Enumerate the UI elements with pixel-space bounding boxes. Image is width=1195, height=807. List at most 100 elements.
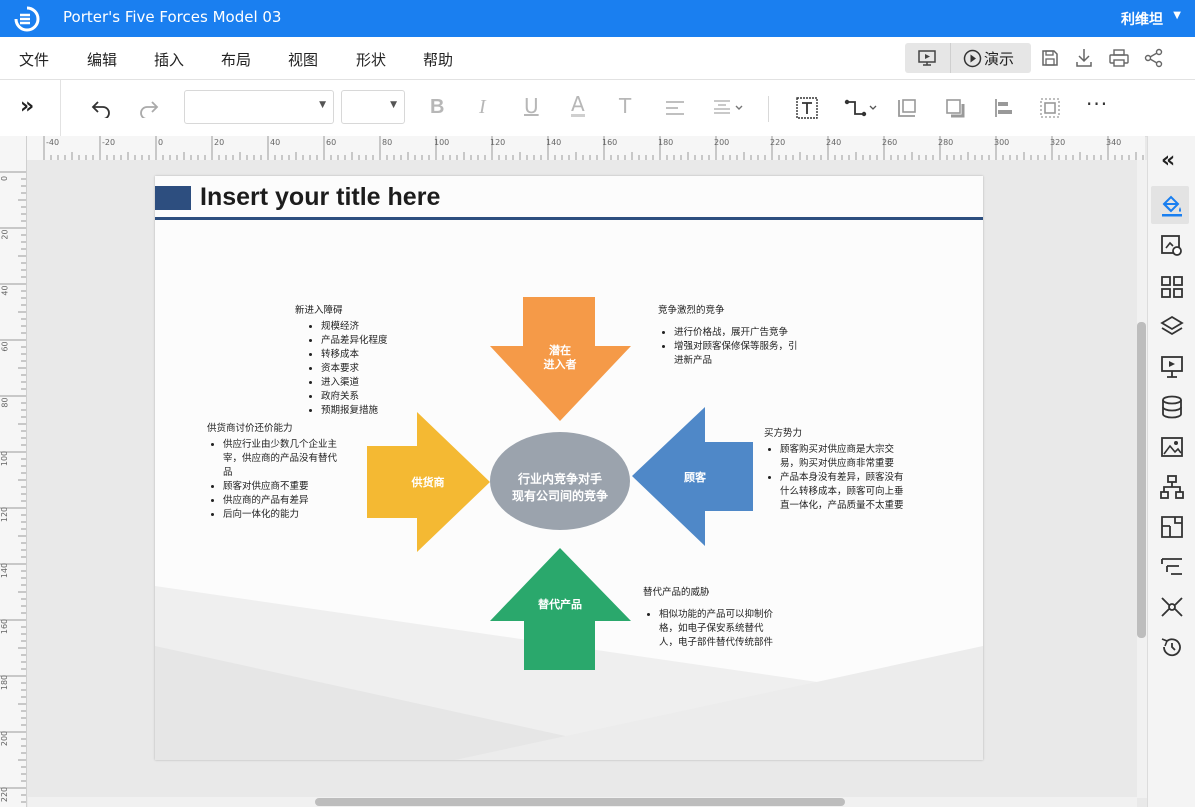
menu-insert[interactable]: 插入 [154, 49, 184, 70]
ruler-label: 200 [714, 138, 730, 147]
divider [768, 96, 769, 122]
list-item: 产品本身没有差异，顾客没有什么转移成本，顾客可向上垂直一体化，产品质量不太重要 [780, 471, 910, 513]
connector-icon[interactable] [843, 97, 879, 119]
network-icon[interactable] [1159, 594, 1185, 620]
note-title: 供货商讨价还价能力 [207, 423, 293, 434]
collapse-panel-icon[interactable]: « [1161, 148, 1175, 173]
ruler-label: 180 [658, 138, 674, 147]
underline-icon[interactable]: U [524, 94, 539, 118]
image-settings-icon[interactable] [1159, 233, 1185, 259]
more-icon[interactable]: ··· [1086, 92, 1108, 116]
font-color-icon[interactable]: A [571, 94, 585, 117]
align-left-icon[interactable] [664, 98, 686, 118]
menu-layout[interactable]: 布局 [221, 49, 251, 70]
ruler-label: 220 [770, 138, 786, 147]
shape-style-icon[interactable] [896, 97, 918, 119]
print-icon[interactable] [1108, 48, 1130, 68]
ruler-label: 0 [0, 175, 10, 182]
horizontal-ruler: -40 -20 0 20 40 60 80 100 120 140 160 18… [28, 136, 1145, 161]
rivalry-note[interactable]: 竞争激烈的竞争 进行价格战，展开广告竞争 增强对顾客保修保等服务，引进新产品 [658, 304, 798, 368]
redo-icon[interactable] [138, 98, 160, 118]
industry-rivalry-label: 行业内竞争对手 现有公司间的竞争 [495, 471, 625, 505]
user-name[interactable]: 利维坦 [1121, 9, 1163, 29]
menu-file[interactable]: 文件 [19, 49, 49, 70]
note-title: 买方势力 [764, 428, 803, 439]
ruler-label: 80 [382, 138, 393, 147]
note-title: 竞争激烈的竞争 [658, 305, 725, 316]
ruler-label: -40 [46, 138, 60, 147]
undo-icon[interactable] [90, 98, 112, 118]
fill-paint-bucket-icon[interactable] [1159, 192, 1185, 218]
present-button[interactable]: 演示 [963, 48, 1014, 69]
download-icon[interactable] [1074, 47, 1094, 69]
supplier-power-note[interactable]: 供货商讨价还价能力 供应行业由少数几个企业主宰，供应商的产品没有替代品 顾客对供… [207, 422, 345, 522]
list-item: 政府关系 [321, 390, 435, 404]
bold-icon[interactable]: B [430, 96, 444, 119]
org-chart-icon[interactable] [1159, 474, 1185, 500]
menu-help[interactable]: 帮助 [423, 49, 453, 70]
menu-shape[interactable]: 形状 [356, 49, 386, 70]
ruler-label: 240 [826, 138, 842, 147]
image-icon[interactable] [1159, 434, 1185, 460]
note-title: 新进入障碍 [295, 305, 343, 316]
ruler-label: 140 [546, 138, 562, 147]
shadow-icon[interactable] [944, 97, 966, 119]
ruler-label: 60 [326, 138, 337, 147]
text-style-icon[interactable]: T [619, 94, 631, 118]
ruler-label: 280 [938, 138, 954, 147]
list-item: 相似功能的产品可以抑制价格，如电子保安系统替代人，电子部件替代传统部件 [659, 608, 779, 650]
play-circle-icon [963, 49, 982, 68]
floor-plan-icon[interactable] [1159, 514, 1185, 540]
ruler-label: 80 [0, 397, 10, 408]
list-item: 规模经济 [321, 320, 435, 334]
layers-icon[interactable] [1159, 314, 1185, 340]
grid-apps-icon[interactable] [1159, 274, 1185, 300]
timeline-icon[interactable] [1159, 554, 1185, 580]
ruler-label: 60 [0, 341, 10, 352]
list-item: 产品差异化程度 [321, 334, 435, 348]
ruler-label: 160 [0, 618, 10, 635]
list-item: 供应行业由少数几个企业主宰，供应商的产品没有替代品 [223, 438, 345, 480]
ruler-label: 340 [1106, 138, 1122, 147]
diagram-page[interactable]: Insert your title here 潜在 进入者 供货商 顾客 替代产… [155, 176, 983, 760]
share-icon[interactable] [1143, 48, 1165, 68]
ruler-label: -20 [102, 138, 116, 147]
present-group: 演示 [905, 43, 1031, 73]
text-box-icon[interactable] [795, 96, 819, 120]
align-shapes-icon[interactable] [993, 97, 1015, 119]
font-family-select[interactable]: ▼ [184, 90, 334, 124]
buyer-power-note[interactable]: 买方势力 顾客购买对供应商是大宗交易，购买对供应商非常重要 产品本身没有差异，顾… [764, 427, 910, 513]
italic-icon[interactable]: I [479, 96, 486, 119]
presentation-icon[interactable] [1159, 354, 1185, 380]
user-menu-chevron-down-icon[interactable]: ▼ [1173, 10, 1181, 21]
ruler-label: 100 [434, 138, 450, 147]
barriers-to-entry-note[interactable]: 新进入障碍 规模经济 产品差异化程度 转移成本 资本要求 进入渠道 政府关系 预… [295, 304, 435, 418]
line-spacing-icon[interactable] [712, 98, 746, 118]
divider [60, 80, 61, 136]
buyers-label: 顾客 [684, 471, 706, 484]
list-item: 后向一体化的能力 [223, 508, 345, 522]
save-icon[interactable] [1040, 48, 1060, 68]
suppliers-label: 供货商 [411, 476, 445, 489]
vertical-scrollbar-thumb[interactable] [1137, 322, 1146, 638]
app-logo-icon[interactable] [14, 6, 40, 32]
label-line: 进入者 [543, 358, 577, 371]
substitutes-note[interactable]: 替代产品的威胁 相似功能的产品可以抑制价格，如电子保安系统替代人，电子部件替代传… [643, 586, 779, 650]
menu-edit[interactable]: 编辑 [87, 49, 117, 70]
format-toolbar: » ▼ ▼ B I U A T ··· [0, 80, 1195, 137]
database-icon[interactable] [1159, 394, 1185, 420]
chevron-down-icon: ▼ [390, 100, 397, 110]
group-icon[interactable] [1039, 97, 1061, 119]
list-item: 供应商的产品有差异 [223, 494, 345, 508]
menu-view[interactable]: 视图 [288, 49, 318, 70]
expand-panel-icon[interactable]: » [20, 94, 34, 119]
note-title: 替代产品的威胁 [643, 587, 710, 598]
ruler-label: 180 [0, 674, 10, 691]
history-icon[interactable] [1159, 634, 1185, 660]
label-line: 现有公司间的竞争 [511, 489, 608, 503]
horizontal-scrollbar-thumb[interactable] [315, 798, 845, 806]
font-size-select[interactable]: ▼ [341, 90, 405, 124]
vertical-ruler: 0 20 40 60 80 100 120 140 160 180 200 22… [0, 136, 27, 807]
substitutes-label: 替代产品 [538, 598, 582, 611]
slideshow-icon[interactable] [917, 49, 937, 67]
